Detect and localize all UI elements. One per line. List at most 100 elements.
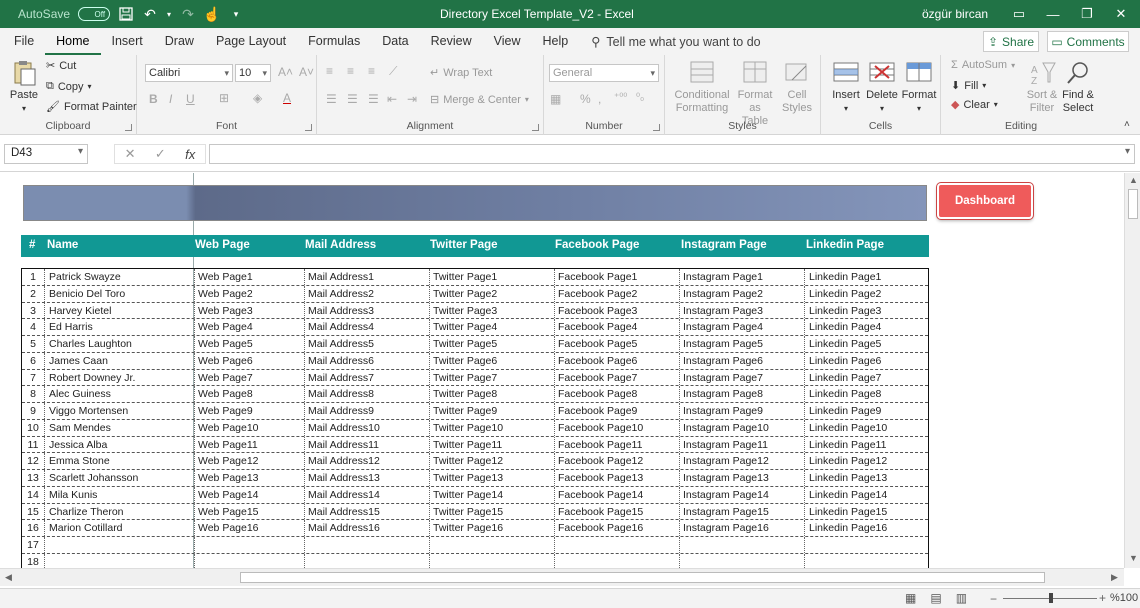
cell-li[interactable]: Linkedin Page16 [809,522,887,534]
cell-n[interactable]: 8 [22,388,44,400]
cell-fb[interactable]: Facebook Page12 [558,455,643,467]
cell-li[interactable]: Linkedin Page13 [809,472,887,484]
cell-fb[interactable]: Facebook Page14 [558,489,643,501]
cell-mail[interactable]: Mail Address1 [308,271,374,283]
fill-button[interactable]: ⬇ Fill ▾ [951,79,986,93]
cell-fb[interactable]: Facebook Page15 [558,506,643,518]
cell-n[interactable]: 15 [22,506,44,518]
tab-view[interactable]: View [483,28,532,55]
cell-ig[interactable]: Instagram Page15 [683,506,769,518]
merge-center-button[interactable]: ⊟ Merge & Center ▾ [430,93,529,107]
cell-mail[interactable]: Mail Address14 [308,489,380,501]
normal-view-icon[interactable]: ▦ [905,591,916,605]
cell-n[interactable]: 9 [22,405,44,417]
cell-name[interactable]: Jessica Alba [49,439,107,451]
cell-web[interactable]: Web Page9 [198,405,253,417]
cell-web[interactable]: Web Page16 [198,522,259,534]
zoom-slider-knob[interactable] [1049,593,1053,603]
percent-icon[interactable]: % [580,92,591,106]
customize-qat-icon[interactable]: ▾ [228,6,244,22]
cell-name[interactable]: Alec Guiness [49,388,111,400]
cell-n[interactable]: 16 [22,522,44,534]
cell-mail[interactable]: Mail Address12 [308,455,380,467]
cell-ig[interactable]: Instagram Page16 [683,522,769,534]
cell-web[interactable]: Web Page3 [198,305,253,317]
scroll-right-icon[interactable]: ▶ [1111,572,1118,583]
table-row[interactable]: 11 Jessica Alba Web Page11 Mail Address11 Tw… [22,436,928,454]
table-row[interactable]: 15 Charlize Theron Web Page15 Mail Address1… [22,503,928,521]
cell-fb[interactable]: Facebook Page8 [558,388,637,400]
cell-tw[interactable]: Twitter Page9 [433,405,497,417]
cell-mail[interactable]: Mail Address15 [308,506,380,518]
cell-ig[interactable]: Instagram Page14 [683,489,769,501]
increase-decimal-icon[interactable]: ⁺⁰⁰ [614,92,627,103]
cell-li[interactable]: Linkedin Page5 [809,338,881,350]
cell-name[interactable]: Charles Laughton [49,338,132,350]
cell-web[interactable]: Web Page10 [198,422,259,434]
decrease-indent-icon[interactable]: ⇤ [387,92,397,106]
cell-li[interactable]: Linkedin Page8 [809,388,881,400]
enter-icon[interactable]: ✓ [155,146,166,162]
comma-style-icon[interactable]: , [598,92,601,106]
font-name-combo[interactable]: Calibri [145,64,233,82]
table-row[interactable]: 17 [22,537,928,554]
cell-n[interactable]: 10 [22,422,44,434]
cell-mail[interactable]: Mail Address13 [308,472,380,484]
cell-fb[interactable]: Facebook Page11 [558,439,642,451]
tab-draw[interactable]: Draw [154,28,205,55]
cell-ig[interactable]: Instagram Page4 [683,321,763,333]
cell-n[interactable]: 13 [22,472,44,484]
cell-n[interactable]: 7 [22,372,44,384]
redo-icon[interactable]: ↷ [180,6,196,22]
cell-n[interactable]: 1 [22,271,44,283]
table-row[interactable]: 2 Benicio Del Toro Web Page2 Mail Address2 T… [22,285,928,303]
increase-indent-icon[interactable]: ⇥ [407,92,417,106]
cell-tw[interactable]: Twitter Page4 [433,321,497,333]
cell-name[interactable]: Sam Mendes [49,422,111,434]
cell-tw[interactable]: Twitter Page6 [433,355,497,367]
cell-fb[interactable]: Facebook Page9 [558,405,637,417]
cell-tw[interactable]: Twitter Page15 [433,506,503,518]
cell-n[interactable]: 17 [22,539,44,551]
cell-name[interactable]: Viggo Mortensen [49,405,128,417]
decrease-font-icon[interactable]: A˅ [299,65,314,79]
autosum-button[interactable]: Σ AutoSum ▾ [951,59,1015,71]
zoom-level[interactable]: %100 [1110,592,1138,604]
cell-ig[interactable]: Instagram Page6 [683,355,763,367]
vertical-scrollbar[interactable]: ▲ ▼ [1124,173,1140,568]
cell-tw[interactable]: Twitter Page5 [433,338,497,350]
cell-li[interactable]: Linkedin Page1 [809,271,881,283]
align-middle-icon[interactable]: ≡ [347,64,354,78]
worksheet[interactable]: Dashboard # Name Web Page Mail Address T… [0,173,1124,568]
page-layout-view-icon[interactable]: ▤ [930,591,941,605]
cell-ig[interactable]: Instagram Page3 [683,305,763,317]
table-row[interactable]: 4 Ed Harris Web Page4 Mail Address4 Twitter … [22,319,928,336]
cell-web[interactable]: Web Page8 [198,388,253,400]
table-row[interactable]: 3 Harvey Kietel Web Page3 Mail Address3 Twit… [22,302,928,320]
tab-page-layout[interactable]: Page Layout [205,28,297,55]
cell-li[interactable]: Linkedin Page3 [809,305,881,317]
number-launcher-icon[interactable] [653,124,660,131]
horizontal-scroll-thumb[interactable] [240,572,1045,583]
scroll-left-icon[interactable]: ◀ [5,572,12,583]
tab-insert[interactable]: Insert [101,28,154,55]
cell-name[interactable]: Mila Kunis [49,489,97,501]
dashboard-button[interactable]: Dashboard [937,183,1033,219]
share-button[interactable]: ⇪ Share [983,31,1039,52]
paste-button[interactable]: Paste ▾ [8,60,40,115]
find-select-button[interactable]: Find & Select [1059,60,1097,115]
cell-n[interactable]: 11 [22,439,44,451]
horizontal-scrollbar[interactable]: ◀ ▶ [0,568,1124,586]
cell-n[interactable]: 2 [22,288,44,300]
cell-ig[interactable]: Instagram Page7 [683,372,763,384]
table-row[interactable]: 9 Viggo Mortensen Web Page9 Mail Address9 Tw… [22,403,928,420]
cell-web[interactable]: Web Page4 [198,321,253,333]
cell-name[interactable]: Marion Cotillard [49,522,123,534]
cell-name[interactable]: Patrick Swayze [49,271,121,283]
restore-icon[interactable]: ❐ [1070,0,1104,28]
tab-home[interactable]: Home [45,28,101,55]
cell-fb[interactable]: Facebook Page3 [558,305,637,317]
cell-n[interactable]: 14 [22,489,44,501]
cell-ig[interactable]: Instagram Page10 [683,422,769,434]
tab-data[interactable]: Data [371,28,419,55]
